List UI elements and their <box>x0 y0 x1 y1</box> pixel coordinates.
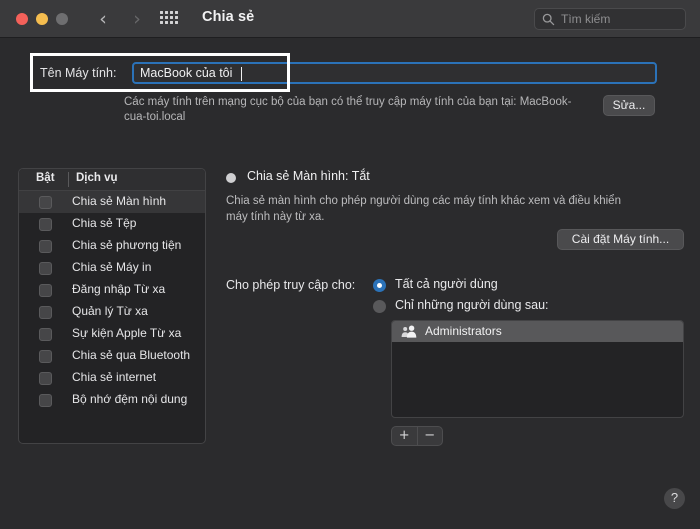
service-label: Bộ nhớ đệm nội dung <box>72 392 188 406</box>
service-label: Chia sẻ qua Bluetooth <box>72 348 191 362</box>
minimize-icon[interactable] <box>36 13 48 25</box>
service-label: Chia sẻ internet <box>72 370 157 384</box>
edit-button[interactable]: Sửa... <box>603 95 655 116</box>
service-row[interactable]: Đăng nhập Từ xa <box>19 279 205 301</box>
radio-only-these-users-button[interactable] <box>373 300 386 313</box>
computer-name-description: Các máy tính trên mạng cục bộ của bạn có… <box>124 96 572 123</box>
service-row[interactable]: Chia sẻ Màn hình <box>19 191 205 213</box>
service-checkbox[interactable] <box>39 350 52 363</box>
column-header-service: Dịch vụ <box>76 172 118 184</box>
grid-icon[interactable] <box>160 11 178 27</box>
service-label: Quản lý Từ xa <box>72 304 148 318</box>
service-label: Đăng nhập Từ xa <box>72 282 166 296</box>
search-placeholder: Tìm kiếm <box>561 12 611 26</box>
chevron-left-icon[interactable]: ‹ <box>92 8 114 30</box>
status-description: Chia sẻ màn hình cho phép người dùng các… <box>226 195 621 223</box>
service-row[interactable]: Sự kiện Apple Từ xa <box>19 323 205 345</box>
service-label: Chia sẻ phương tiện <box>72 238 182 252</box>
column-header-on: Bật <box>36 172 55 184</box>
service-row[interactable]: Chia sẻ internet <box>19 367 205 389</box>
radio-all-users-button[interactable] <box>373 279 386 292</box>
service-checkbox[interactable] <box>39 262 52 275</box>
service-label: Chia sẻ Màn hình <box>72 194 167 208</box>
service-row[interactable]: Chia sẻ qua Bluetooth <box>19 345 205 367</box>
close-icon[interactable] <box>16 13 28 25</box>
sharing-preferences-window: ‹ › Chia sẻ Tìm kiếm Tên Máy tính: MacBo… <box>0 0 700 529</box>
service-row[interactable]: Bộ nhớ đệm nội dung <box>19 389 205 411</box>
service-checkbox[interactable] <box>39 306 52 319</box>
add-remove-user-control[interactable]: + − <box>391 426 443 446</box>
allowed-users-list[interactable]: Administrators <box>391 320 684 418</box>
service-checkbox[interactable] <box>39 196 52 209</box>
help-button[interactable]: ? <box>664 488 685 509</box>
service-checkbox[interactable] <box>39 328 52 341</box>
access-label: Cho phép truy cập cho: <box>226 278 356 292</box>
computer-settings-button[interactable]: Cài đặt Máy tính... <box>557 229 684 250</box>
radio-only-these-users-label: Chỉ những người dùng sau: <box>395 298 549 312</box>
service-checkbox[interactable] <box>39 240 52 253</box>
chevron-right-icon[interactable]: › <box>126 8 148 30</box>
text-caret <box>241 67 242 81</box>
computer-name-input[interactable]: MacBook của tôi <box>132 62 657 84</box>
service-checkbox[interactable] <box>39 284 52 297</box>
page-title: Chia sẻ <box>202 9 255 25</box>
service-row[interactable]: Quản lý Từ xa <box>19 301 205 323</box>
add-user-button[interactable]: + <box>392 427 418 445</box>
service-label: Chia sẻ Máy in <box>72 260 152 274</box>
service-checkbox[interactable] <box>39 394 52 407</box>
computer-name-label: Tên Máy tính: <box>40 66 117 80</box>
service-checkbox[interactable] <box>39 218 52 231</box>
list-item[interactable]: Administrators <box>392 321 683 342</box>
titlebar: ‹ › Chia sẻ Tìm kiếm <box>0 0 700 38</box>
column-divider <box>68 172 69 187</box>
radio-all-users-label: Tất cả người dùng <box>395 277 498 291</box>
remove-user-button[interactable]: − <box>418 427 443 445</box>
computer-name-value: MacBook của tôi <box>140 66 233 80</box>
search-input[interactable]: Tìm kiếm <box>534 8 686 30</box>
zoom-icon[interactable] <box>56 13 68 25</box>
service-checkbox[interactable] <box>39 372 52 385</box>
search-icon <box>542 13 555 26</box>
users-group-icon <box>401 325 417 338</box>
status-indicator-dot <box>226 173 236 183</box>
service-label: Sự kiện Apple Từ xa <box>72 326 182 340</box>
service-label: Chia sẻ Tệp <box>72 216 137 230</box>
services-list-header: Bật Dịch vụ <box>19 169 205 191</box>
list-item-label: Administrators <box>425 324 502 338</box>
service-row[interactable]: Chia sẻ Máy in <box>19 257 205 279</box>
services-list[interactable]: Bật Dịch vụ Chia sẻ Màn hình Chia sẻ Tệp C… <box>18 168 206 444</box>
service-row[interactable]: Chia sẻ phương tiện <box>19 235 205 257</box>
status-title: Chia sẻ Màn hình: Tắt <box>247 169 370 183</box>
service-row[interactable]: Chia sẻ Tệp <box>19 213 205 235</box>
